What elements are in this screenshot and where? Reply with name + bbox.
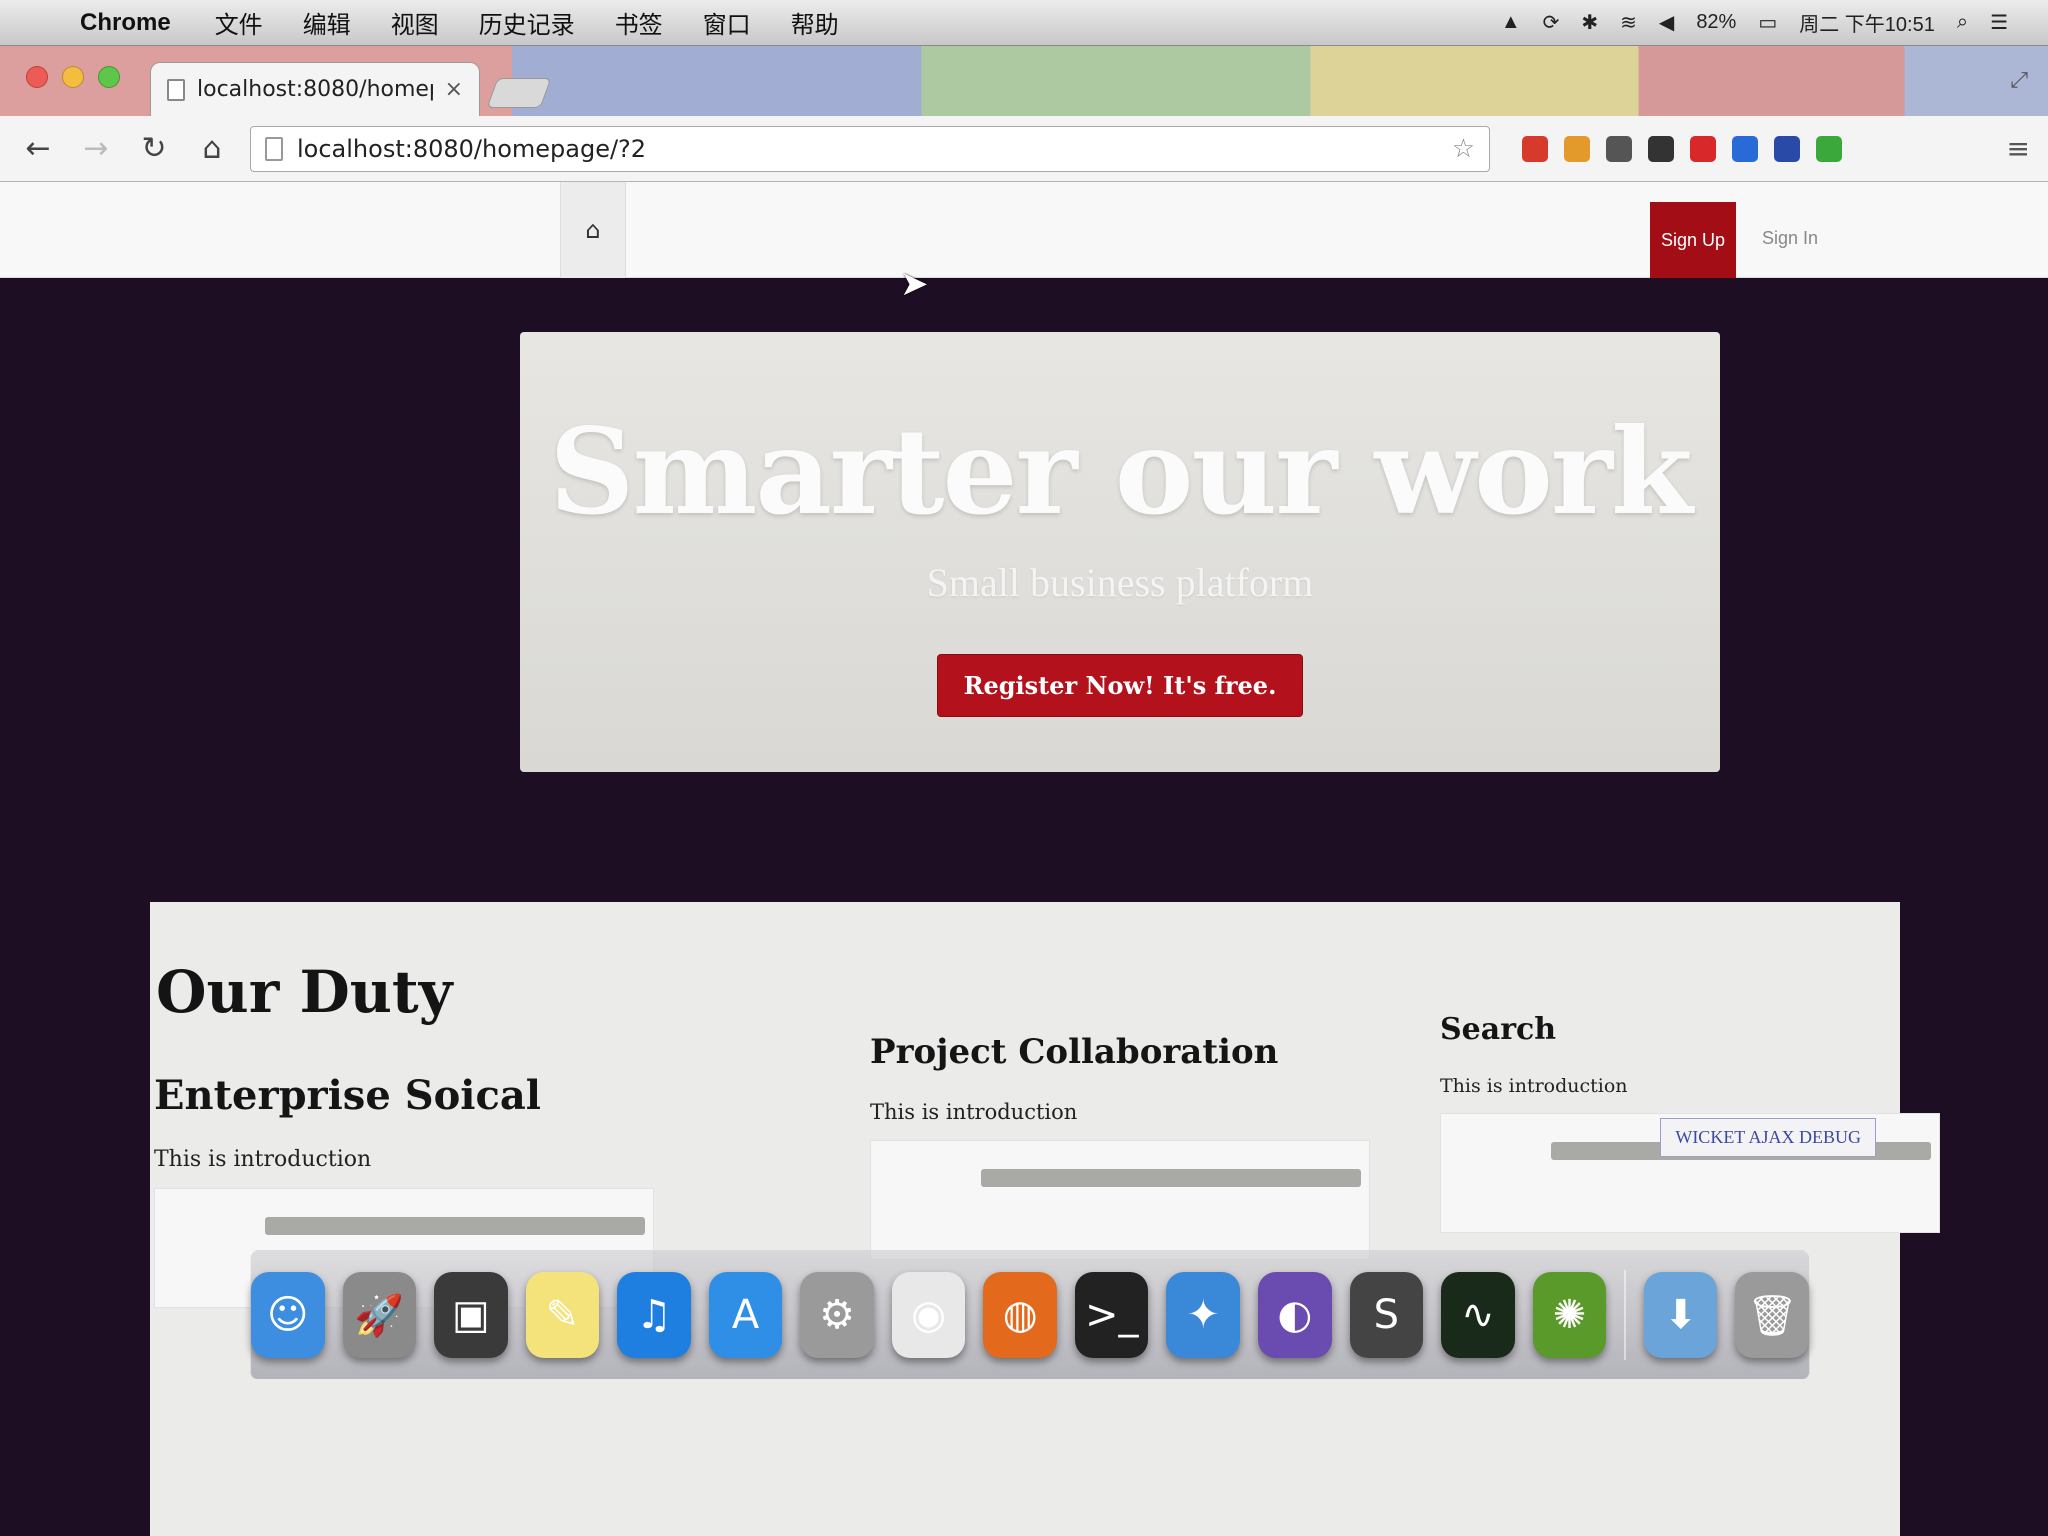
artichoke-icon[interactable]: ✺ — [1532, 1272, 1607, 1358]
our-duty-section: Our Duty Enterprise Soical This is intro… — [150, 902, 1940, 1536]
itunes-icon[interactable]: ♫ — [617, 1272, 691, 1358]
feature-title: Search — [1440, 1012, 1557, 1047]
browser-tab[interactable]: localhost:8080/homepage × — [150, 62, 480, 116]
new-tab-button[interactable] — [486, 78, 552, 108]
address-bar[interactable]: localhost:8080/homepage/?2 ☆ — [250, 125, 1490, 172]
safari-icon[interactable]: ✦ — [1166, 1272, 1241, 1358]
register-button[interactable]: Register Now! It's free. — [936, 654, 1304, 717]
bookmark-star-icon[interactable]: ☆ — [1452, 134, 1475, 164]
signin-link[interactable]: Sign In — [1762, 228, 1818, 249]
close-window-button[interactable] — [26, 66, 48, 88]
wifi-icon[interactable]: ≋ — [1620, 10, 1637, 35]
feature-title: Enterprise Soical — [154, 1072, 541, 1119]
spotlight-icon[interactable]: ⌕ — [1957, 11, 1968, 34]
shield-icon[interactable] — [1648, 135, 1674, 162]
hero-title: Smarter our work — [549, 402, 1693, 541]
feature-intro: This is introduction — [1440, 1075, 1628, 1097]
site-home-icon[interactable]: ⌂ — [560, 182, 626, 278]
extension-icon[interactable] — [1564, 135, 1590, 162]
opera-icon[interactable] — [1690, 135, 1716, 162]
evernote-icon[interactable] — [1816, 135, 1842, 162]
feature-screenshot — [870, 1140, 1370, 1260]
sublime-text-icon[interactable]: S — [1349, 1272, 1424, 1358]
chrome-menu-icon[interactable]: ≡ — [2007, 132, 2030, 165]
terminal-icon[interactable]: >_ — [1074, 1272, 1149, 1358]
menu-edit[interactable]: 编辑 — [303, 5, 351, 40]
forward-icon[interactable]: → — [76, 131, 116, 166]
extension-icons — [1522, 135, 1842, 162]
feature-intro: This is introduction — [154, 1147, 372, 1172]
hero-subtitle: Small business platform — [926, 560, 1314, 605]
extension-icon[interactable] — [1732, 135, 1758, 162]
menu-help[interactable]: 帮助 — [791, 5, 839, 40]
activity-monitor-icon[interactable]: ∿ — [1441, 1272, 1515, 1358]
menu-view[interactable]: 视图 — [391, 5, 439, 40]
feature-title: Project Collaboration — [870, 1032, 1279, 1072]
bluetooth-icon[interactable]: ✱ — [1581, 10, 1598, 35]
battery-icon: ▭ — [1758, 12, 1778, 34]
page-icon — [265, 136, 283, 161]
extension-icon[interactable] — [1606, 135, 1632, 162]
back-icon[interactable]: ← — [18, 131, 58, 166]
downloads-folder-icon[interactable]: ⬇ — [1643, 1272, 1718, 1358]
menu-clock[interactable]: 周二 下午10:51 — [1799, 8, 1935, 37]
tab-strip: localhost:8080/homepage × ⤢ — [0, 46, 2048, 116]
sync-icon[interactable]: ⟳ — [1543, 10, 1560, 35]
menu-history[interactable]: 历史记录 — [479, 5, 575, 40]
status-area: ▲ ⟳ ✱ ≋ ◀ 82% ▭ 周二 下午10:51 ⌕ ☰ — [1501, 8, 2048, 37]
home-icon[interactable]: ⌂ — [192, 131, 232, 166]
signup-button[interactable]: Sign Up — [1650, 202, 1736, 278]
browser-toolbar: ← → ↻ ⌂ localhost:8080/homepage/?2 ☆ ≡ — [0, 116, 2048, 182]
section-title: Our Duty — [156, 958, 453, 1026]
site-navbar: ⌂ Sign Up Sign In — [0, 182, 2048, 278]
photos-icon[interactable]: ▣ — [434, 1272, 508, 1358]
app-store-icon[interactable]: A — [708, 1272, 783, 1358]
menu-window[interactable]: 窗口 — [703, 5, 751, 40]
system-preferences-icon[interactable]: ⚙ — [800, 1272, 874, 1358]
url-text[interactable]: localhost:8080/homepage/?2 — [297, 135, 646, 163]
notification-icon[interactable]: ▲ — [1501, 11, 1521, 34]
extension-icon[interactable] — [1774, 135, 1800, 162]
launchpad-icon[interactable]: 🚀 — [342, 1272, 417, 1358]
minimize-window-button[interactable] — [62, 66, 84, 88]
firefox-icon[interactable]: ◍ — [983, 1272, 1057, 1358]
eclipse-icon[interactable]: ◐ — [1258, 1272, 1332, 1358]
mouse-cursor-icon: ➤ — [900, 264, 929, 304]
window-controls — [26, 66, 120, 88]
hero-banner: Smarter our work Small business platform… — [520, 332, 1720, 772]
chrome-icon[interactable]: ◉ — [891, 1272, 966, 1358]
dock-separator — [1624, 1270, 1626, 1360]
trash-icon[interactable]: 🗑 — [1735, 1272, 1809, 1358]
wicket-ajax-debug-link[interactable]: WICKET AJAX DEBUG — [1660, 1118, 1876, 1157]
stickies-icon[interactable]: ✎ — [525, 1272, 600, 1358]
volume-icon[interactable]: ◀ — [1659, 10, 1674, 35]
feature-intro: This is introduction — [870, 1100, 1078, 1124]
reload-icon[interactable]: ↻ — [134, 131, 174, 166]
close-tab-icon[interactable]: × — [445, 77, 463, 102]
adblock-icon[interactable] — [1522, 135, 1548, 162]
menu-app-name[interactable]: Chrome — [80, 9, 171, 37]
menu-bookmarks[interactable]: 书签 — [615, 5, 663, 40]
tab-title: localhost:8080/homepage — [197, 77, 433, 102]
zoom-window-button[interactable] — [98, 66, 120, 88]
notification-center-icon[interactable]: ☰ — [1990, 10, 2008, 35]
menu-file[interactable]: 文件 — [215, 5, 263, 40]
macos-menu-bar: Chrome 文件 编辑 视图 历史记录 书签 窗口 帮助 ▲ ⟳ ✱ ≋ ◀ … — [0, 0, 2048, 46]
finder-icon[interactable]: ☺ — [251, 1272, 325, 1358]
battery-percentage[interactable]: 82% — [1696, 11, 1736, 34]
page-icon — [167, 78, 185, 101]
feature-project-collaboration: Project Collaboration This is introducti… — [870, 1032, 1410, 1260]
fullscreen-icon[interactable]: ⤢ — [2010, 68, 2028, 93]
macos-dock: ☺ 🚀 ▣ ✎ ♫ A ⚙ ◉ ◍ >_ ✦ ◐ S ∿ ✺ ⬇ 🗑 — [250, 1250, 1810, 1380]
